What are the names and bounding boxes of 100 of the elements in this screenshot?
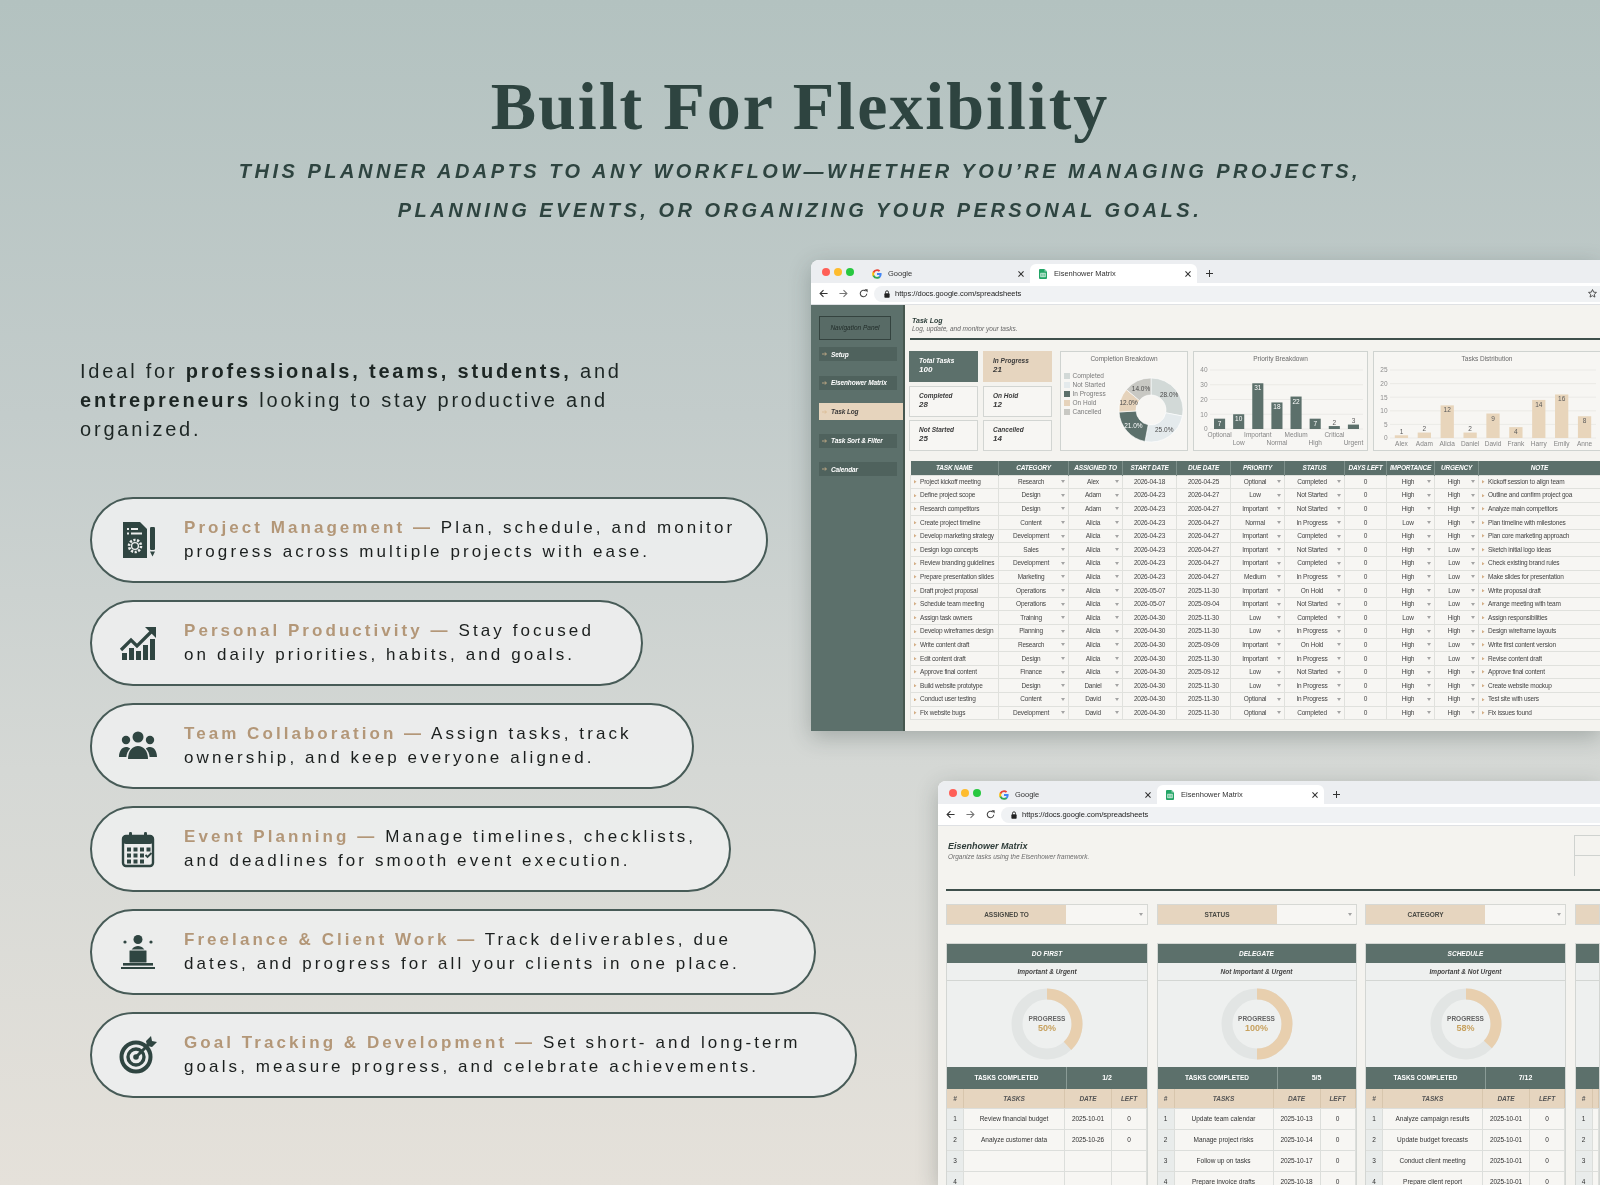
caret-icon [1427, 589, 1431, 593]
legend-swatch [1064, 373, 1070, 379]
caret-icon [1277, 697, 1281, 701]
chart-bar [1271, 402, 1283, 429]
caret-icon [1471, 697, 1475, 701]
caret-icon [1427, 575, 1431, 579]
bullet-icon [1482, 616, 1485, 620]
close-window-icon[interactable] [822, 267, 830, 276]
caret-icon [1337, 697, 1341, 701]
stat-value: 28 [919, 399, 928, 410]
caret-icon [1427, 616, 1431, 620]
caret-icon [1061, 711, 1065, 715]
back-arrow-icon[interactable] [819, 289, 828, 298]
caret-icon [1427, 493, 1431, 497]
chart-bar [1555, 394, 1569, 438]
close-icon[interactable] [1185, 270, 1191, 277]
caret-icon [1277, 534, 1281, 538]
bullet-icon [1482, 534, 1485, 538]
caret-icon [1061, 684, 1065, 688]
caret-icon [1277, 602, 1281, 606]
caret-icon [1337, 684, 1341, 688]
lock-icon [884, 289, 890, 298]
caret-icon [1337, 493, 1341, 497]
chart-bar [1233, 414, 1245, 429]
caret-icon [1471, 629, 1475, 633]
bookmark-star-icon[interactable] [1588, 289, 1597, 298]
caret-icon [1115, 548, 1119, 552]
bullet-icon [914, 575, 917, 579]
reload-icon[interactable] [859, 289, 868, 298]
caret-icon [1427, 548, 1431, 552]
donut-slice [1118, 410, 1149, 442]
bullet-icon [1482, 683, 1485, 688]
plus-icon[interactable] [1206, 270, 1213, 277]
close-window-icon[interactable] [949, 788, 957, 797]
caret-icon [1471, 711, 1475, 715]
caret-icon [1471, 480, 1475, 484]
caret-icon [1061, 561, 1065, 565]
caret-icon [1115, 643, 1119, 647]
caret-icon [1427, 629, 1431, 633]
caret-icon [1337, 629, 1341, 633]
caret-icon [1277, 575, 1281, 579]
bullet-icon [914, 534, 917, 538]
caret-icon [1347, 913, 1352, 916]
caret-icon [1061, 589, 1065, 593]
bullet-icon [1482, 697, 1485, 702]
feature-description: Team Collaboration — Assign tasks, track ownership, and keep everyone aligned. [184, 723, 633, 769]
caret-icon [1277, 684, 1281, 688]
quadrant-header [1575, 944, 1599, 963]
bullet-icon [914, 507, 917, 511]
reload-icon[interactable] [986, 810, 995, 819]
plus-icon[interactable] [1333, 791, 1340, 798]
arrow-icon [822, 352, 827, 357]
caret-icon [1115, 697, 1119, 701]
forward-arrow-icon[interactable] [839, 289, 848, 298]
bullet-icon [914, 520, 917, 525]
bullet-icon [1482, 548, 1485, 552]
caret-icon [1471, 657, 1475, 660]
caret-icon [1337, 534, 1341, 538]
caret-icon [1557, 913, 1561, 916]
caret-icon [1115, 521, 1119, 525]
chart-bar [1214, 418, 1226, 429]
caret-icon [1471, 493, 1475, 497]
caret-icon [1427, 561, 1431, 565]
close-icon[interactable] [1312, 791, 1318, 798]
bullet-icon [914, 656, 917, 661]
chart-bar [1486, 413, 1500, 438]
caret-icon [1115, 616, 1119, 620]
bullet-icon [1482, 493, 1485, 498]
chart-bar [1577, 416, 1592, 438]
bullet-icon [1482, 520, 1485, 525]
back-arrow-icon[interactable] [946, 810, 955, 819]
caret-icon [1277, 521, 1281, 525]
sheet-title: Eisenhower Matrix [948, 841, 1028, 852]
bullet-icon [1482, 670, 1485, 674]
stat-value: 25 [919, 434, 928, 444]
caret-icon [1427, 711, 1431, 715]
bullet-icon [1482, 656, 1485, 661]
caret-icon [1061, 629, 1065, 633]
progress-value: 50% [1038, 1022, 1056, 1034]
bullet-icon [1482, 588, 1485, 593]
close-icon[interactable] [1145, 791, 1151, 798]
caret-icon [1277, 548, 1281, 552]
target-arrow-icon [118, 1035, 158, 1075]
caret-icon [1061, 602, 1065, 606]
chart-bar [1309, 418, 1321, 429]
stat-value: 12 [993, 399, 1002, 410]
bullet-icon [914, 643, 917, 647]
caret-icon [1115, 534, 1119, 538]
legend-swatch [1064, 391, 1070, 397]
g-logo-icon [872, 268, 882, 279]
bullet-icon [914, 697, 917, 702]
caret-icon [1471, 616, 1475, 620]
caret-icon [1337, 589, 1341, 593]
chart-bar [1440, 405, 1454, 438]
bullet-icon [914, 683, 917, 688]
close-icon[interactable] [1018, 270, 1024, 277]
arrow-icon [822, 409, 827, 414]
forward-arrow-icon[interactable] [966, 810, 975, 819]
chart-bar [1290, 396, 1302, 429]
donut-slice [1144, 412, 1183, 443]
